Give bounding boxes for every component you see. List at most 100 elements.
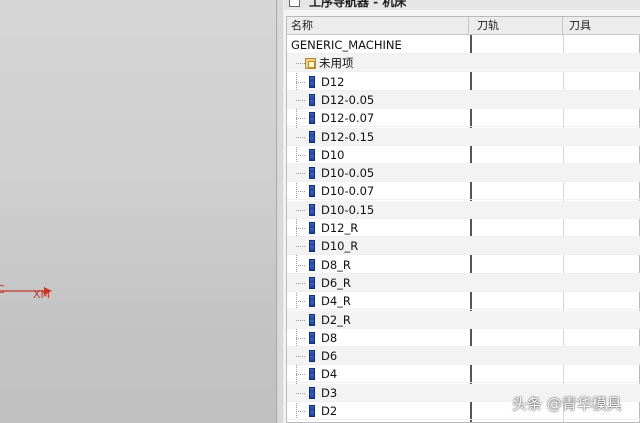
mill-tool-icon: [309, 203, 315, 216]
row-name-cell: D12_R: [309, 219, 358, 237]
row-label: D4: [321, 367, 338, 382]
graphics-viewport[interactable]: C XM: [0, 0, 276, 423]
panel-title-bar: 工序导航器 - 机床: [284, 0, 640, 10]
row-name-cell: D10-0.15: [309, 201, 374, 219]
panel-checkbox[interactable]: [289, 0, 300, 7]
row-label: 未用项: [319, 56, 354, 71]
tool-row[interactable]: D10_R: [287, 237, 640, 256]
row-label: D12-0.05: [321, 92, 375, 107]
row-label: D6_R: [321, 275, 351, 290]
tree-branch-line: [296, 118, 305, 120]
tool-row[interactable]: D12-0.05: [287, 90, 640, 109]
tree-branch-line: [296, 337, 305, 339]
tree-root-row[interactable]: GENERIC_MACHINE: [287, 36, 640, 54]
tool-row[interactable]: D8: [287, 329, 640, 347]
tool-row[interactable]: D10: [287, 146, 640, 164]
tree-branch-line: [296, 301, 305, 303]
axis-label-c: C: [0, 283, 5, 296]
row-label: D10-0.07: [321, 184, 375, 199]
tree-branch-line: [296, 246, 305, 248]
tool-row[interactable]: D8_R: [287, 256, 640, 274]
row-label: D10-0.05: [321, 166, 375, 181]
row-label: D8: [321, 330, 338, 345]
navigator-tree[interactable]: 名称 刀轨 刀具 GENERIC_MACHINE 未用项 D12 D12-0.05 D1…: [286, 16, 640, 423]
row-name-cell: D4_R: [309, 292, 351, 310]
tree-branch-line: [296, 136, 305, 138]
mill-tool-icon: [309, 350, 315, 363]
row-label: D3: [321, 385, 338, 400]
mill-tool-icon: [309, 112, 315, 125]
unused-folder-icon: [305, 57, 316, 69]
row-name-cell: 未用项: [305, 54, 354, 72]
tool-row[interactable]: D12-0.15: [287, 127, 640, 146]
tool-row[interactable]: D4: [287, 365, 640, 384]
row-name-cell: D12-0.05: [309, 91, 374, 109]
row-label: D2_R: [321, 312, 351, 327]
tree-branch-line: [296, 228, 305, 229]
tool-row[interactable]: D12-0.07: [287, 109, 640, 128]
tool-row[interactable]: D12: [287, 73, 640, 91]
mill-tool-icon: [309, 368, 315, 381]
row-label: D10_R: [321, 239, 359, 254]
mill-tool-icon: [309, 386, 315, 399]
tool-row[interactable]: D12_R: [287, 219, 640, 237]
row-label: D4_R: [321, 294, 351, 309]
row-label: D10-0.15: [321, 202, 375, 217]
tool-row[interactable]: D10-0.05: [287, 164, 640, 183]
row-name-cell: D12-0.07: [309, 109, 374, 127]
mill-tool-icon: [309, 295, 315, 308]
mill-tool-icon: [309, 167, 315, 180]
row-name-cell: D6: [309, 347, 337, 365]
row-name-cell: D8_R: [309, 256, 351, 274]
mill-tool-icon: [309, 148, 315, 161]
tool-row[interactable]: D10-0.07: [287, 182, 640, 201]
tool-row[interactable]: D6_R: [287, 273, 640, 292]
column-header-name[interactable]: 名称: [287, 17, 469, 35]
row-label: D2: [321, 404, 338, 418]
tree-unused-row[interactable]: 未用项: [287, 54, 640, 73]
mill-tool-icon: [309, 75, 315, 88]
row-name-cell: D2_R: [309, 311, 351, 329]
row-name-cell: D8: [309, 329, 337, 347]
mill-tool-icon: [309, 130, 315, 143]
column-header-tool[interactable]: 刀具: [565, 17, 640, 35]
tool-row[interactable]: D6: [287, 347, 640, 366]
tree-branch-line: [296, 99, 305, 101]
mill-tool-icon: [309, 313, 315, 326]
column-header-row: 名称 刀轨 刀具: [287, 17, 640, 35]
tree-branch-line: [296, 191, 305, 193]
row-name-cell: D12-0.15: [309, 128, 374, 146]
tool-row[interactable]: D2_R: [287, 310, 640, 329]
tree-branch-line: [296, 209, 305, 211]
panel-splitter[interactable]: [276, 0, 284, 423]
tree-branch-line: [296, 392, 305, 394]
row-name-cell: D10: [309, 146, 345, 164]
mill-tool-icon: [309, 240, 315, 253]
tree-branch-line: [296, 264, 305, 266]
tool-row[interactable]: D4_R: [287, 292, 640, 311]
row-label: D12_R: [321, 221, 359, 235]
mill-tool-icon: [309, 93, 315, 106]
row-label: D10: [321, 147, 345, 162]
tree-branch-line: [296, 411, 305, 412]
mill-tool-icon: [309, 258, 315, 271]
row-name-cell: D10-0.07: [309, 182, 374, 200]
column-header-tool-path[interactable]: 刀轨: [473, 17, 563, 35]
operation-navigator-panel: 工序导航器 - 机床 名称 刀轨 刀具 GENERIC_MACHINE 未用项 D1…: [284, 0, 640, 423]
row-label: D12-0.07: [321, 111, 375, 126]
row-name-cell: D10_R: [309, 237, 358, 255]
row-name-cell: D4: [309, 365, 337, 383]
tree-branch-line: [296, 173, 305, 175]
axis-label-xm: XM: [33, 288, 51, 301]
row-name-cell: GENERIC_MACHINE: [291, 36, 402, 54]
tool-row[interactable]: D10-0.15: [287, 200, 640, 219]
row-name-cell: D6_R: [309, 274, 351, 292]
tree-branch-line: [296, 319, 305, 321]
mill-tool-icon: [309, 222, 315, 234]
panel-title: 工序导航器 - 机床: [309, 0, 407, 9]
row-name-cell: D3: [309, 384, 337, 402]
mill-tool-icon: [309, 405, 315, 417]
tree-branch-line: [296, 63, 305, 65]
tree-branch-line: [296, 282, 305, 284]
row-label: D12: [321, 74, 345, 89]
